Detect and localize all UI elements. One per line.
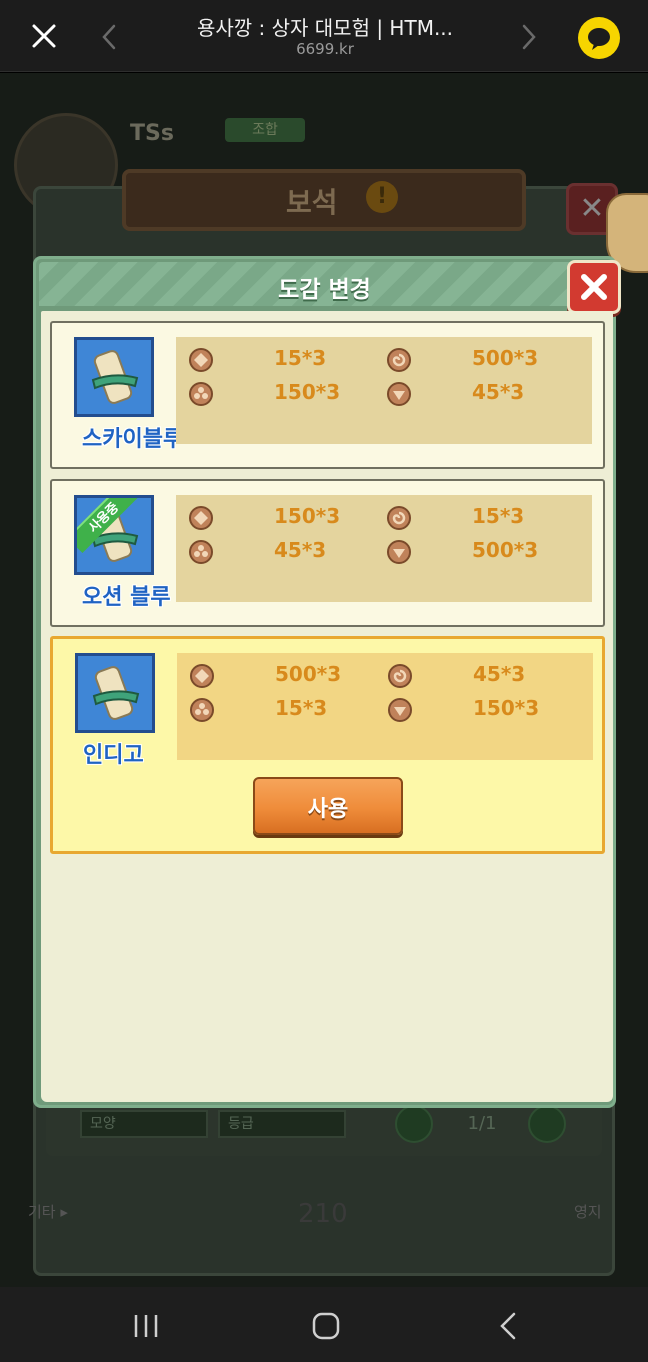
stat-flower-value: 15*3 [275, 696, 328, 720]
dialog-body: 스카이블루 15*3 500*3 150*3 45*3 사용중 오션 블루 15… [41, 311, 613, 1102]
stat-diamond-value: 500*3 [275, 662, 342, 686]
resource-count: 210 [298, 1199, 348, 1229]
etc-label: 기타 ▸ [28, 1203, 68, 1221]
home-icon[interactable] [306, 1311, 346, 1341]
diamond-stone-icon [188, 505, 214, 531]
dialog-header: 도감 변경 [39, 262, 610, 306]
page-url: 6699.kr [296, 40, 354, 58]
shape-filter: 모양 [80, 1110, 208, 1138]
collection-name: 오션 블루 [82, 585, 171, 610]
stat-panel: 150*3 15*3 45*3 500*3 [176, 495, 592, 602]
scroll-icon [74, 337, 154, 417]
flower-stone-icon [188, 539, 214, 565]
grade-filter: 등급 [218, 1110, 346, 1138]
stat-gem-value: 500*3 [472, 538, 539, 562]
flower-stone-icon [188, 381, 214, 407]
collection-name: 인디고 [83, 743, 144, 768]
stat-flower-value: 45*3 [274, 538, 327, 562]
prev-page-icon [395, 1105, 433, 1143]
gem-stone-icon [386, 381, 412, 407]
diamond-stone-icon [188, 347, 214, 373]
use-button[interactable]: 사용 [253, 777, 403, 835]
scroll-icon [75, 653, 155, 733]
gem-panel-title: 보석 [286, 186, 338, 219]
territory-label: 영지 [574, 1203, 602, 1221]
flower-stone-icon [189, 697, 215, 723]
system-nav-bar [0, 1287, 648, 1362]
collection-card-indigo[interactable]: 인디고 500*3 45*3 15*3 150*3 사용 [50, 636, 605, 854]
swirl-stone-icon [386, 347, 412, 373]
rank-badge: 조합 [225, 118, 305, 142]
stat-flower-value: 150*3 [274, 380, 341, 404]
diamond-stone-icon [189, 663, 215, 689]
gem-panel-banner: 보석 ! [122, 169, 526, 231]
stat-panel: 500*3 45*3 15*3 150*3 [177, 653, 593, 760]
back-icon[interactable] [488, 1311, 528, 1341]
kakaotalk-icon[interactable] [578, 17, 620, 59]
use-button-label: 사용 [307, 797, 349, 822]
collection-card-oceanblue[interactable]: 사용중 오션 블루 150*3 15*3 45*3 500*3 [50, 479, 605, 627]
stat-swirl-value: 15*3 [472, 504, 525, 528]
alert-icon: ! [366, 181, 398, 213]
stat-diamond-value: 150*3 [274, 504, 341, 528]
scroll-icon: 사용중 [74, 495, 154, 575]
swirl-stone-icon [386, 505, 412, 531]
recent-apps-icon[interactable] [126, 1311, 166, 1341]
close-icon[interactable] [28, 20, 60, 52]
swirl-stone-icon [387, 663, 413, 689]
stat-swirl-value: 45*3 [473, 662, 526, 686]
page-indicator: 1/1 [467, 1113, 497, 1134]
page-title: 용사깡 : 상자 대모험 | HTM... [196, 16, 454, 40]
player-name: TSs [130, 121, 174, 146]
gem-stone-icon [386, 539, 412, 565]
gem-stone-icon [387, 697, 413, 723]
browser-toolbar: 용사깡 : 상자 대모험 | HTM... 6699.kr [0, 0, 648, 72]
stat-panel: 15*3 500*3 150*3 45*3 [176, 337, 592, 444]
stat-swirl-value: 500*3 [472, 346, 539, 370]
stat-gem-value: 45*3 [472, 380, 525, 404]
chevron-right-icon[interactable] [514, 20, 542, 54]
collection-change-dialog: 도감 변경 스카이블루 15*3 500*3 150*3 45*3 사용중 오션… [33, 256, 621, 1108]
dialog-title: 도감 변경 [278, 277, 371, 303]
next-page-icon [528, 1105, 566, 1143]
collection-name: 스카이블루 [82, 427, 184, 452]
collection-card-skyblue[interactable]: 스카이블루 15*3 500*3 150*3 45*3 [50, 321, 605, 469]
close-icon[interactable] [567, 260, 621, 314]
chevron-left-icon[interactable] [96, 20, 124, 54]
stat-diamond-value: 15*3 [274, 346, 327, 370]
stat-gem-value: 150*3 [473, 696, 540, 720]
